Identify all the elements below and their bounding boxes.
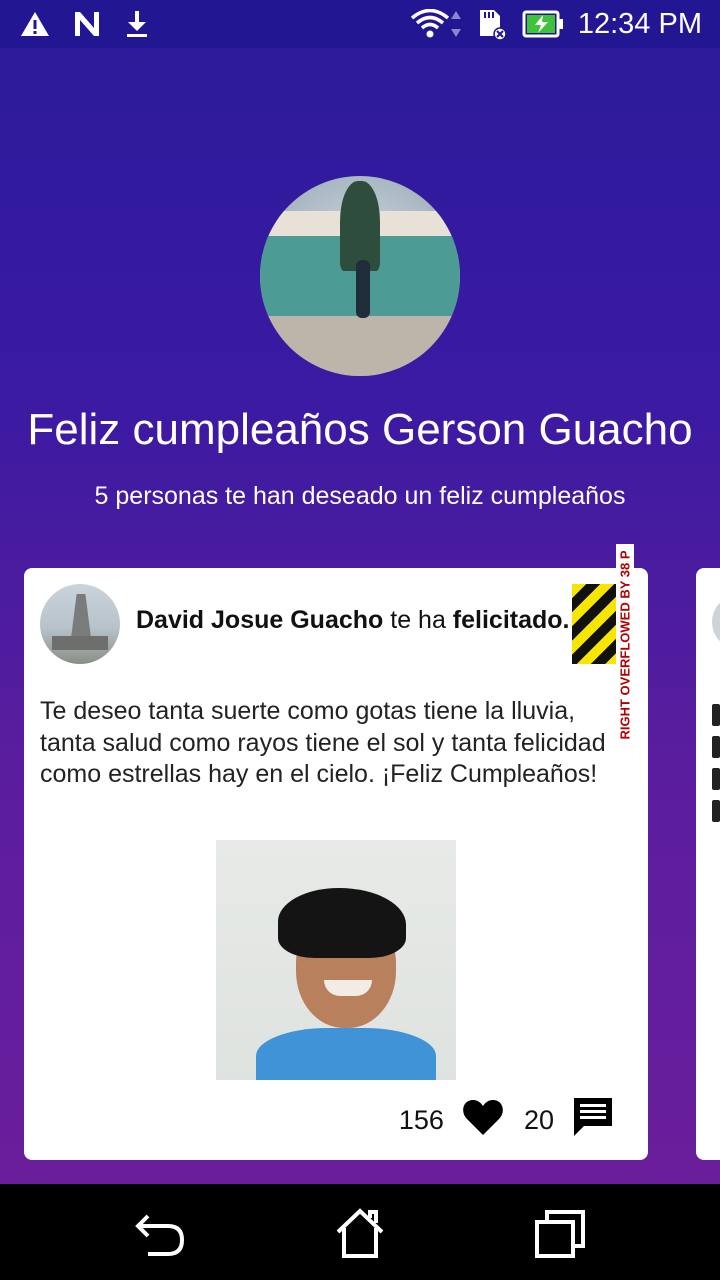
card-header: David Josue Guacho te ha felicitado.	[136, 606, 569, 635]
greeting-message: Te deseo tanta suerte como gotas tiene l…	[40, 697, 606, 788]
clock: 12:34 PM	[577, 7, 702, 40]
action-word: felicitado.	[452, 606, 570, 634]
next-greeting-card[interactable]	[696, 568, 720, 1160]
page-title: Feliz cumpleaños Gerson Guacho	[27, 405, 693, 454]
greeting-photo[interactable]	[216, 840, 456, 1080]
page-subtitle: 5 personas te han deseado un feliz cumpl…	[94, 482, 626, 510]
battery-charging-icon	[522, 10, 564, 38]
status-bar: 12:34 PM	[0, 0, 720, 48]
action-connector: te ha	[383, 606, 453, 634]
comment-icon[interactable]	[572, 1096, 614, 1145]
wifi-icon	[410, 9, 462, 39]
author-name[interactable]: David Josue Guacho	[136, 606, 383, 634]
home-icon[interactable]	[334, 1208, 386, 1258]
greeting-card[interactable]: David Josue Guacho te ha felicitado. RIG…	[24, 544, 648, 1160]
comments-count: 20	[523, 1105, 554, 1135]
warning-icon	[20, 10, 50, 38]
heart-icon[interactable]	[462, 1098, 504, 1143]
navigation-bar	[0, 1184, 720, 1280]
card-stats: 156 20	[399, 1096, 614, 1145]
back-icon[interactable]	[134, 1208, 186, 1258]
profile-avatar	[260, 176, 460, 376]
likes-count: 156	[398, 1105, 444, 1135]
overflow-warning-stripes	[572, 584, 616, 664]
author-avatar[interactable]	[40, 584, 120, 664]
sd-card-icon	[476, 8, 508, 40]
download-icon	[124, 10, 150, 38]
n-notification-icon	[72, 10, 102, 38]
recents-icon[interactable]	[534, 1208, 586, 1258]
